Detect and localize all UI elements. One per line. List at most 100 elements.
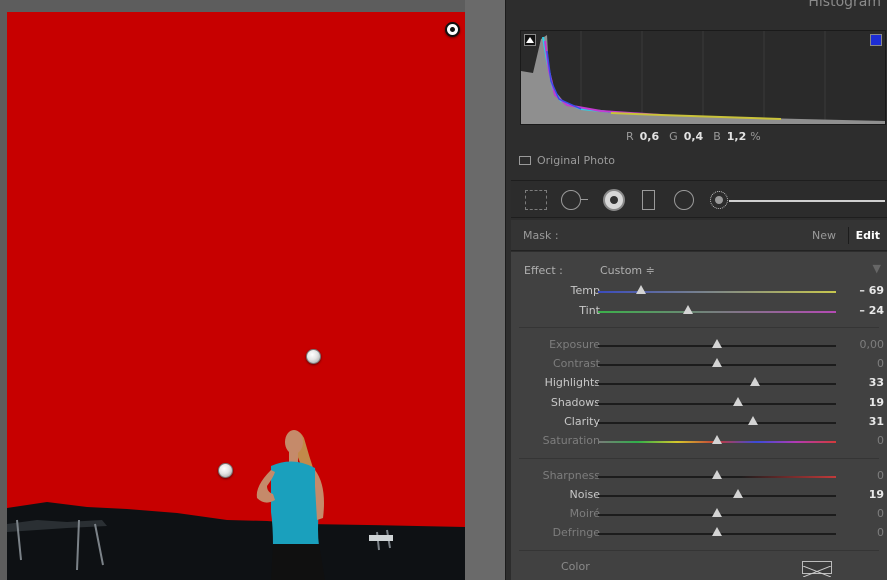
mask-label: Mask : [523, 229, 559, 242]
shadow-clipping-icon[interactable] [524, 34, 536, 46]
slider-thumb-contrast[interactable] [712, 358, 722, 367]
slider-row-exposure[interactable]: Exposure 0,00 [511, 336, 887, 355]
slider-thumb-sharpness[interactable] [712, 470, 722, 479]
develop-module: Histogram R 0,6 G 0,4 B 1,2% Original Photo [0, 0, 887, 580]
radial-filter-icon[interactable] [674, 190, 694, 210]
slider-track-tint[interactable] [598, 311, 836, 313]
slider-label-highlights: Highlights [544, 376, 600, 389]
color-swatch[interactable] [802, 561, 832, 578]
mask-pin-active[interactable] [445, 22, 460, 37]
slider-value-noise[interactable]: 19 [854, 488, 884, 501]
slider-value-sharpness[interactable]: 0 [854, 469, 884, 482]
crop-overlay-icon[interactable] [525, 190, 547, 210]
red-eye-icon[interactable] [603, 189, 625, 211]
color-label: Color [561, 560, 590, 573]
r-value: 0,6 [639, 130, 660, 143]
slider-value-contrast[interactable]: 0 [854, 357, 884, 370]
slider-track-noise[interactable] [598, 495, 836, 497]
slider-track-highlights[interactable] [598, 383, 836, 385]
slider-value-tint[interactable]: – 24 [854, 304, 884, 317]
group-divider [519, 458, 879, 459]
slider-value-temp[interactable]: – 69 [854, 284, 884, 297]
effect-panel: Effect : Custom ≑ ▼ Temp – 69 Tint – 24 Expo… [511, 252, 887, 580]
slider-label-temp: Temp [570, 284, 600, 297]
effect-preset-dropdown[interactable]: Custom ≑ [600, 264, 655, 277]
right-panel: Histogram R 0,6 G 0,4 B 1,2% Original Photo [505, 0, 887, 580]
slider-value-saturation[interactable]: 0 [854, 434, 884, 447]
slider-label-moire: Moiré [569, 507, 600, 520]
original-photo-label: Original Photo [537, 154, 615, 167]
slider-thumb-highlights[interactable] [750, 377, 761, 386]
slider-label-exposure: Exposure [549, 338, 600, 351]
slider-row-temp[interactable]: Temp – 69 [511, 282, 887, 301]
slider-label-noise: Noise [569, 488, 600, 501]
slider-row-highlights[interactable]: Highlights 33 [511, 374, 887, 393]
mask-edit-button[interactable]: Edit [856, 229, 880, 242]
mask-pin-edge[interactable] [218, 463, 233, 478]
slider-thumb-tint[interactable] [683, 305, 694, 314]
slider-thumb-temp[interactable] [635, 285, 646, 294]
highlight-clipping-icon[interactable] [870, 34, 882, 46]
masked-photo[interactable] [7, 12, 465, 580]
slider-row-clarity[interactable]: Clarity 31 [511, 413, 887, 432]
slider-label-contrast: Contrast [552, 357, 600, 370]
slider-row-saturation[interactable]: Saturation 0 [511, 432, 887, 451]
spot-removal-icon[interactable] [561, 190, 588, 210]
tool-indicator-line [729, 200, 885, 202]
slider-value-exposure[interactable]: 0,00 [854, 338, 885, 351]
slider-track-shadows[interactable] [598, 403, 836, 405]
slider-label-sharpness: Sharpness [542, 469, 600, 482]
slider-value-defringe[interactable]: 0 [854, 526, 884, 539]
tool-strip [511, 180, 887, 218]
slider-row-defringe[interactable]: Defringe 0 [511, 524, 887, 543]
slider-label-defringe: Defringe [552, 526, 600, 539]
slider-thumb-moire[interactable] [712, 508, 722, 517]
graduated-filter-icon[interactable] [642, 190, 655, 210]
slider-row-tint[interactable]: Tint – 24 [511, 302, 887, 321]
slider-label-saturation: Saturation [542, 434, 600, 447]
slider-thumb-exposure[interactable] [712, 339, 722, 348]
original-photo-toggle[interactable]: Original Photo [519, 154, 615, 167]
group-divider [519, 327, 879, 328]
percent-unit: % [750, 130, 761, 143]
histogram-graph [521, 31, 885, 124]
slider-thumb-noise[interactable] [733, 489, 744, 498]
slider-thumb-clarity[interactable] [747, 416, 758, 425]
slider-label-tint: Tint [579, 304, 600, 317]
slider-label-clarity: Clarity [564, 415, 600, 428]
slider-track-temp[interactable] [598, 291, 836, 293]
slider-value-shadows[interactable]: 19 [854, 396, 884, 409]
slider-track-clarity[interactable] [598, 422, 836, 424]
slider-value-moire[interactable]: 0 [854, 507, 884, 520]
histogram [520, 30, 886, 125]
slider-thumb-defringe[interactable] [712, 527, 722, 536]
slider-row-noise[interactable]: Noise 19 [511, 486, 887, 505]
b-value: 1,2 [726, 130, 747, 143]
slider-row-sharpness[interactable]: Sharpness 0 [511, 467, 887, 486]
mask-separator [848, 227, 849, 244]
histogram-title[interactable]: Histogram [808, 0, 881, 10]
adjustment-brush-icon[interactable] [710, 191, 728, 209]
slider-row-contrast[interactable]: Contrast 0 [511, 355, 887, 374]
collapse-triangle-icon[interactable]: ▼ [873, 262, 881, 275]
original-photo-checkbox[interactable] [519, 156, 531, 165]
b-label: B [713, 130, 721, 143]
photo-canvas[interactable] [0, 0, 505, 580]
g-label: G [669, 130, 678, 143]
slider-value-clarity[interactable]: 31 [854, 415, 884, 428]
slider-row-moire[interactable]: Moiré 0 [511, 505, 887, 524]
canvas-gutter [465, 0, 505, 580]
effect-label: Effect : [524, 264, 563, 277]
slider-row-shadows[interactable]: Shadows 19 [511, 394, 887, 413]
mask-new-button[interactable]: New [812, 229, 836, 242]
mask-pin-center[interactable] [306, 349, 321, 364]
slider-value-highlights[interactable]: 33 [854, 376, 884, 389]
g-value: 0,4 [683, 130, 704, 143]
group-divider [519, 550, 879, 551]
slider-thumb-shadows[interactable] [733, 397, 744, 406]
person-figure [256, 430, 325, 580]
no-color-icon [802, 565, 832, 578]
r-label: R [626, 130, 634, 143]
slider-thumb-saturation[interactable] [712, 435, 722, 444]
mask-row: Mask : New Edit [511, 220, 887, 251]
